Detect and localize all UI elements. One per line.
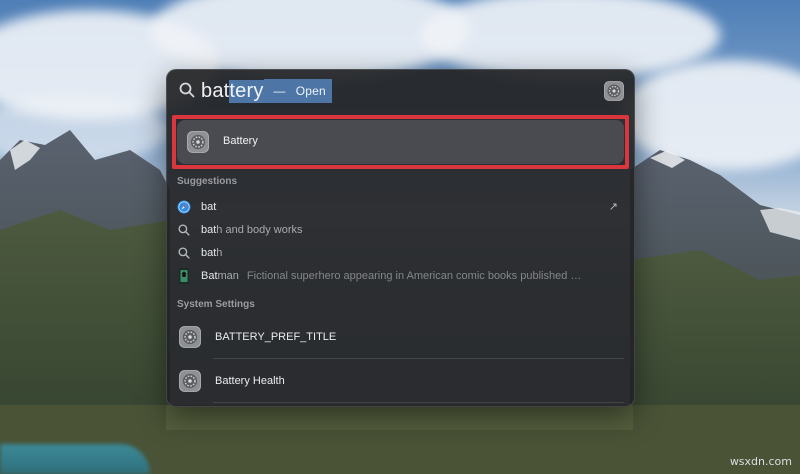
suggestion-text: bath: [201, 247, 222, 259]
suggestion-match: bat: [201, 247, 217, 259]
open-in-browser-arrow-icon: ↗: [608, 201, 618, 213]
system-settings-item-label: BATTERY_PREF_TITLE: [215, 331, 337, 343]
suggestion-text: Batman: [201, 270, 239, 282]
suggestion-subtitle: Fictional superhero appearing in America…: [246, 270, 587, 282]
suggestion-rest: h and body works: [216, 224, 303, 236]
autocomplete-text: tery: [229, 79, 264, 103]
suggestion-text: bat: [201, 201, 216, 213]
search-icon: [177, 223, 191, 237]
suggestions-heading: Suggestions: [177, 176, 238, 187]
system-settings-item[interactable]: BATTERY_PREF_TITLE: [177, 317, 624, 357]
system-settings-item[interactable]: Battery Health: [177, 361, 624, 401]
system-settings-icon: [604, 81, 624, 101]
suggestion-item[interactable]: bath: [177, 242, 624, 264]
batman-icon: [177, 268, 191, 284]
suggestion-match: Bat: [201, 270, 218, 282]
typed-text: bat: [201, 79, 230, 102]
suggestion-rest: h: [216, 247, 223, 259]
system-settings-heading: System Settings: [177, 299, 255, 310]
safari-icon: [177, 200, 191, 214]
search-icon: [179, 82, 195, 98]
action-dash: —: [273, 84, 286, 98]
suggestion-rest: man: [217, 270, 239, 282]
watermark: wsxdn.com: [729, 455, 792, 468]
spotlight-panel: bat tery — Open Battery Suggestions bat …: [166, 69, 635, 407]
suggestion-item[interactable]: Batman Fictional superhero appearing in …: [177, 265, 624, 287]
suggestion-text: bath and body works: [201, 224, 303, 236]
top-hit-result[interactable]: Battery: [177, 120, 624, 164]
top-hit-label: Battery: [223, 135, 258, 147]
search-input[interactable]: bat tery — Open: [201, 79, 332, 103]
suggestion-match: bat: [201, 224, 217, 236]
system-settings-icon: [179, 370, 201, 392]
system-settings-item-label: Battery Health: [215, 375, 285, 387]
lake: [0, 444, 150, 474]
open-action-hint: — Open: [263, 79, 332, 103]
suggestion-item[interactable]: bath and body works: [177, 219, 624, 241]
spotlight-search-bar: bat tery — Open: [167, 70, 634, 114]
suggestion-item[interactable]: bat ↗: [177, 196, 624, 218]
system-settings-icon: [187, 131, 209, 153]
system-settings-icon: [179, 326, 201, 348]
divider: [213, 358, 624, 359]
suggestion-match: bat: [201, 201, 217, 213]
open-label: Open: [295, 84, 326, 98]
search-icon: [177, 246, 191, 260]
divider: [213, 402, 624, 403]
